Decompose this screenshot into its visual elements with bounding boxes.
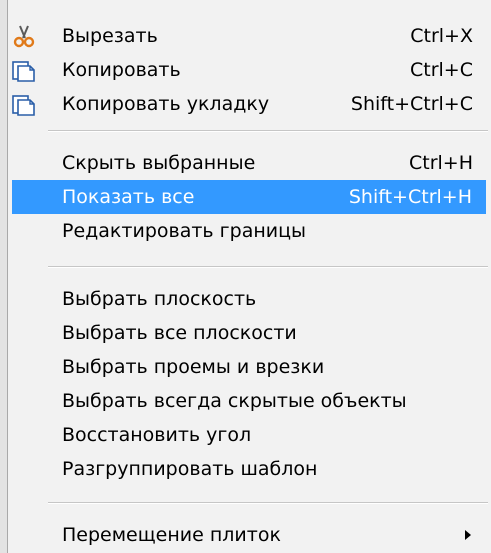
menu-item-copy-layout[interactable]: Копировать укладку Shift+Ctrl+C <box>8 87 491 121</box>
menu-item-label: Показать все <box>62 186 195 208</box>
menu-item-label: Выбрать все плоскости <box>62 322 297 344</box>
menu-item-label: Выбрать плоскость <box>62 288 257 310</box>
scissors-icon <box>10 23 36 49</box>
menu-item-hide-selected[interactable]: Скрыть выбранные Ctrl+H <box>8 146 491 180</box>
menu-item-label: Скрыть выбранные <box>62 152 256 174</box>
menu-item-label: Разгруппировать шаблон <box>62 458 318 480</box>
menu-item-shortcut: Ctrl+C <box>410 59 473 81</box>
menu-item-cut[interactable]: Вырезать Ctrl+X <box>8 19 491 53</box>
menu-item-label: Вырезать <box>62 25 158 47</box>
menu-item-select-hidden-objects[interactable]: Выбрать всегда скрытые объекты <box>8 384 491 418</box>
submenu-arrow-icon <box>465 530 471 540</box>
menu-item-copy[interactable]: Копировать Ctrl+C <box>8 53 491 87</box>
menu-separator <box>48 266 488 268</box>
menu-separator <box>48 130 488 132</box>
menu-item-label: Редактировать границы <box>62 220 307 242</box>
menu-item-select-openings[interactable]: Выбрать проемы и врезки <box>8 350 491 384</box>
menu-separator <box>48 502 488 504</box>
menu-item-label: Восстановить угол <box>62 424 252 446</box>
menu-item-shortcut: Shift+Ctrl+C <box>350 93 473 115</box>
menu-item-label: Перемещение плиток <box>62 524 281 546</box>
menu-item-move-tiles[interactable]: Перемещение плиток <box>8 518 491 552</box>
menu-item-show-all[interactable]: Показать все Shift+Ctrl+H <box>12 180 486 214</box>
menu-item-restore-angle[interactable]: Восстановить угол <box>8 418 491 452</box>
copy-icon <box>10 91 36 117</box>
menu-item-select-plane[interactable]: Выбрать плоскость <box>8 282 491 316</box>
menu-item-ungroup-template[interactable]: Разгруппировать шаблон <box>8 452 491 486</box>
menu-item-label: Копировать <box>62 59 181 81</box>
context-menu: Вырезать Ctrl+X Копировать Ctrl+C Копиро… <box>8 0 491 553</box>
menu-item-label: Выбрать проемы и врезки <box>62 356 325 378</box>
menu-item-select-all-planes[interactable]: Выбрать все плоскости <box>8 316 491 350</box>
menu-item-edit-borders[interactable]: Редактировать границы <box>8 214 491 248</box>
menu-left-edge <box>0 0 8 553</box>
menu-item-shortcut: Ctrl+X <box>410 25 473 47</box>
menu-item-shortcut: Ctrl+H <box>408 152 473 174</box>
menu-item-label: Копировать укладку <box>62 93 270 115</box>
menu-item-shortcut: Shift+Ctrl+H <box>348 186 472 208</box>
copy-icon <box>10 57 36 83</box>
menu-item-label: Выбрать всегда скрытые объекты <box>62 390 407 412</box>
